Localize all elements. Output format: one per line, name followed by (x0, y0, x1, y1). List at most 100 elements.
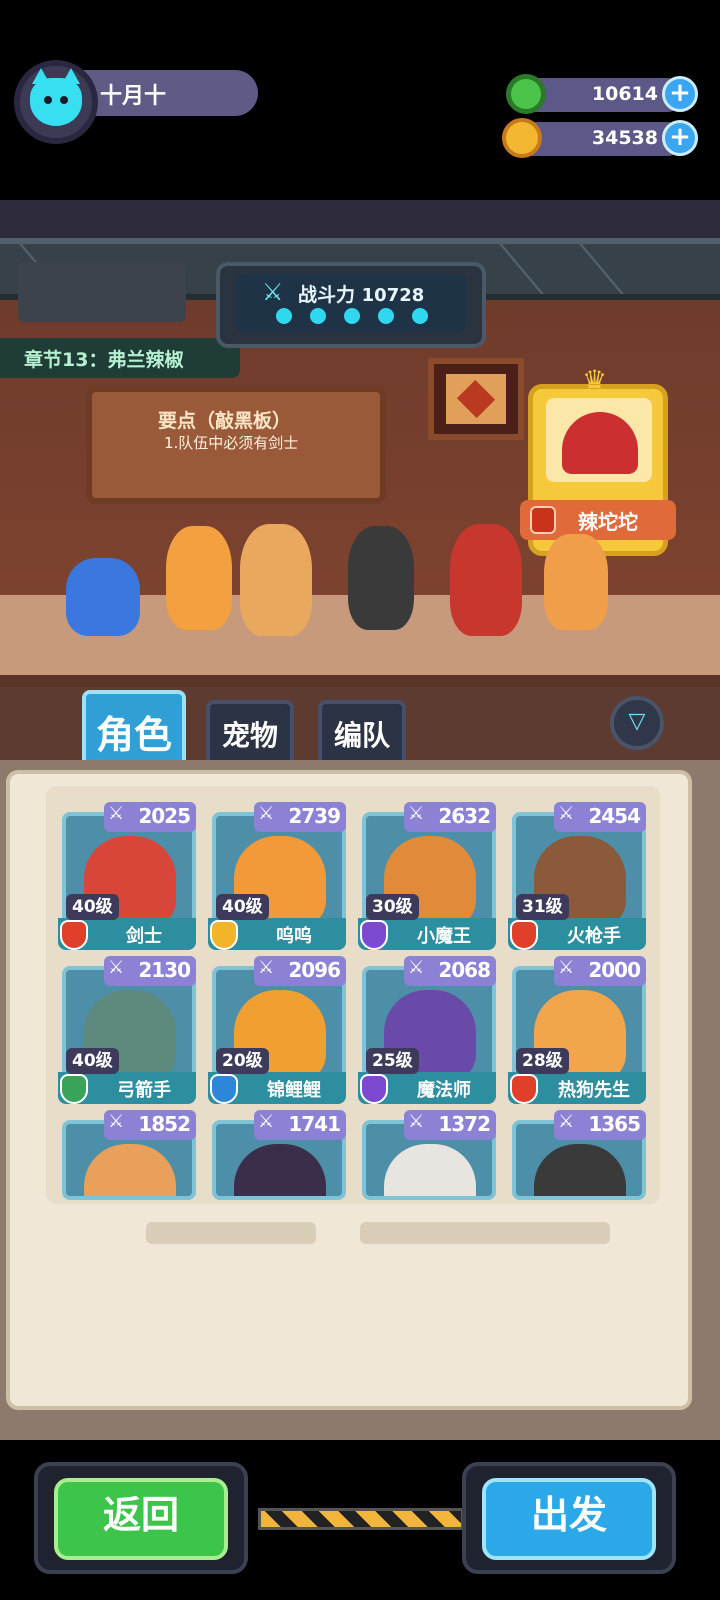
sword-power-icon: ⚔ (558, 1111, 575, 1132)
card-power-value: 2096 (288, 958, 341, 982)
team-slot-dot (310, 308, 326, 324)
element-relation-panel[interactable] (18, 262, 186, 322)
tab-pets-label: 宠物 (221, 719, 278, 752)
sword-power-icon: ⚔ (108, 1111, 125, 1132)
blurred-hint-text (360, 1222, 610, 1244)
card-power-pill: ⚔ 2025 (104, 802, 196, 832)
filter-button[interactable]: ▽ (610, 696, 664, 750)
card-power-value: 2068 (438, 958, 491, 982)
blurred-hint-text (146, 1222, 316, 1244)
character-card[interactable]: ⚔ 2130 弓箭手 40级 (56, 956, 196, 1106)
card-power-pill: ⚔ 2739 (254, 802, 346, 832)
card-power-pill: ⚔ 2068 (404, 956, 496, 986)
character-name: 锦鲤鲤 (267, 1080, 321, 1101)
character-card[interactable]: ⚔ 2068 魔法师 25级 (356, 956, 496, 1106)
archer-hero-figure[interactable] (240, 524, 312, 636)
card-power-value: 2025 (138, 804, 191, 828)
character-card[interactable]: ⚔ 1365 (506, 1110, 646, 1202)
character-card[interactable]: ⚔ 1852 (56, 1110, 196, 1202)
character-card[interactable]: ⚔ 1372 (356, 1110, 496, 1202)
tab-formation[interactable]: 编队 (318, 700, 406, 764)
fire-element-icon (60, 920, 88, 950)
sword-power-icon: ⚔ (258, 1111, 275, 1132)
character-card[interactable]: ⚔ 2000 热狗先生 28级 (506, 956, 646, 1106)
character-portrait (84, 1144, 176, 1196)
character-level: 40级 (66, 1048, 119, 1074)
depart-button-label: 出发 (530, 1493, 607, 1537)
tab-characters[interactable]: 角色 (82, 690, 186, 764)
fox-hero-figure[interactable] (544, 534, 608, 630)
character-level: 25级 (366, 1048, 419, 1074)
filter-icon: ▽ (628, 709, 646, 734)
player-name: 十月十 (100, 84, 167, 109)
team-slot-dot (344, 308, 360, 324)
character-card[interactable]: ⚔ 1741 (206, 1110, 346, 1202)
character-card[interactable]: ⚔ 2454 火枪手 31级 (506, 802, 646, 952)
card-power-pill: ⚔ 1852 (104, 1110, 196, 1140)
back-button-label: 返回 (102, 1493, 179, 1537)
add-green-coin-button[interactable]: + (662, 76, 698, 112)
character-level: 20级 (216, 1048, 269, 1074)
character-card[interactable]: ⚔ 2632 小魔王 30级 (356, 802, 496, 952)
avatar-eye (60, 96, 68, 104)
tab-formation-label: 编队 (333, 719, 390, 752)
dark-element-icon (360, 1074, 388, 1104)
character-portrait (234, 1144, 326, 1196)
sword-power-icon: ⚔ (262, 278, 284, 306)
player-avatar[interactable] (14, 60, 98, 144)
team-slot-dot (276, 308, 292, 324)
card-power-value: 2130 (138, 958, 191, 982)
card-power-value: 2000 (588, 958, 641, 982)
chapter-title: 章节13：弗兰辣椒 (24, 349, 184, 371)
character-level: 28级 (516, 1048, 569, 1074)
add-gold-button[interactable]: + (662, 120, 698, 156)
masked-hero-figure[interactable] (348, 526, 414, 630)
crown-icon: ♛ (582, 364, 608, 397)
character-name: 呜呜 (276, 926, 312, 947)
hazard-stripe (258, 1508, 464, 1530)
card-power-pill: ⚔ 2000 (554, 956, 646, 986)
wind-element-icon (60, 1074, 88, 1104)
card-power-pill: ⚔ 2130 (104, 956, 196, 986)
battle-stage-scene: 章节13：弗兰辣椒 ⚔ 战斗力 10728 要点（敲黑板） 1.队伍中必须有剑士… (0, 200, 720, 760)
card-power-value: 2454 (588, 804, 641, 828)
character-portrait (384, 1144, 476, 1196)
character-name: 弓箭手 (117, 1080, 171, 1101)
fire-element-icon (510, 920, 538, 950)
card-power-value: 1741 (288, 1112, 341, 1136)
character-grid: ⚔ 2025 剑士 40级 ⚔ 2739 呜呜 40级 ⚔ 2632 小魔王 30级 ⚔ 2454 火枪手 3… (46, 786, 660, 1204)
sword-power-icon: ⚔ (258, 957, 275, 978)
boss-name: 辣坨坨 (578, 510, 638, 534)
koi-hero-figure[interactable] (166, 526, 232, 630)
character-level: 40级 (216, 894, 269, 920)
swordsman-hero-figure[interactable] (450, 524, 522, 636)
card-power-pill: ⚔ 1365 (554, 1110, 646, 1140)
tab-pets[interactable]: 宠物 (206, 700, 294, 764)
character-card[interactable]: ⚔ 2025 剑士 40级 (56, 802, 196, 952)
dark-element-icon (360, 920, 388, 950)
fire-element-icon (530, 506, 556, 534)
gold-planet-icon (502, 118, 542, 158)
sword-power-icon: ⚔ (108, 957, 125, 978)
character-name: 剑士 (126, 926, 162, 947)
team-slot-dot (378, 308, 394, 324)
ghost-pet-figure[interactable] (66, 558, 140, 636)
character-level: 30级 (366, 894, 419, 920)
card-power-value: 1372 (438, 1112, 491, 1136)
character-portrait (534, 1144, 626, 1196)
character-name: 火枪手 (567, 926, 621, 947)
sword-power-icon: ⚔ (408, 803, 425, 824)
card-power-pill: ⚔ 1372 (404, 1110, 496, 1140)
team-slot-dot (412, 308, 428, 324)
sword-power-icon: ⚔ (408, 957, 425, 978)
power-value: 10728 (361, 285, 425, 306)
sword-power-icon: ⚔ (558, 803, 575, 824)
card-power-pill: ⚔ 1741 (254, 1110, 346, 1140)
card-power-value: 1852 (138, 1112, 191, 1136)
character-card[interactable]: ⚔ 2096 锦鲤鲤 20级 (206, 956, 346, 1106)
character-card[interactable]: ⚔ 2739 呜呜 40级 (206, 802, 346, 952)
top-bar: 十月十 10614 + 34538 + (0, 0, 720, 200)
sword-power-icon: ⚔ (108, 803, 125, 824)
tab-characters-label: 角色 (95, 713, 172, 757)
green-coin-value: 10614 (591, 83, 658, 105)
